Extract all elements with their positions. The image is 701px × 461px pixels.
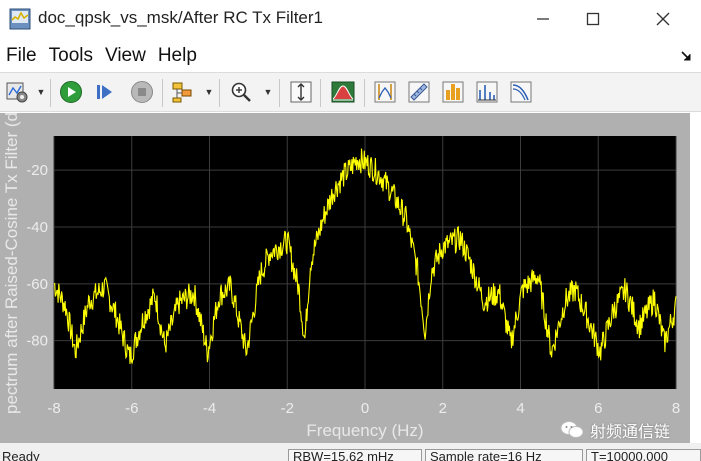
y-tick-label: -60: [26, 276, 48, 293]
y-tick-label: -80: [26, 333, 48, 350]
run-icon: [60, 81, 82, 103]
x-tick-label: -8: [47, 400, 60, 417]
minimize-button[interactable]: [520, 0, 566, 38]
peak-finder-icon: [442, 81, 464, 103]
zoom-in-button[interactable]: [228, 79, 254, 105]
zoom-dropdown-caret[interactable]: ▼: [263, 87, 273, 97]
menu-file[interactable]: File: [0, 45, 43, 67]
maximize-button[interactable]: [570, 0, 616, 38]
menu-bar: File Tools View Help: [0, 42, 701, 70]
x-tick-label: 8: [672, 400, 680, 417]
x-tick-label: 2: [439, 400, 447, 417]
y-tick-label: -40: [26, 219, 48, 236]
status-bar: Ready RBW=15.62 mHz Sample rate=16 Hz T=…: [0, 443, 701, 461]
scope-app-icon: [9, 8, 31, 30]
measurement-icon: [408, 81, 430, 103]
y-axis-label: pectrum after Raised-Cosine Tx Filter (d: [2, 113, 21, 414]
dock-arrow-icon[interactable]: [680, 50, 692, 62]
settings-dropdown-caret[interactable]: ▼: [36, 87, 46, 97]
x-tick-label: -2: [281, 400, 294, 417]
highlight-block-button[interactable]: [169, 79, 195, 105]
close-icon: [656, 12, 670, 26]
watermark-text: 射频通信链: [590, 424, 671, 441]
peak-finder-button[interactable]: [440, 79, 466, 105]
scale-axes-icon: [290, 81, 312, 103]
spectrum-plot[interactable]: -8 -6 -4 -2 0 2 4 6 8 -20-40-60-80 Frequency (Hz…: [0, 113, 690, 443]
minimize-icon: [537, 18, 549, 20]
window-title: doc_qpsk_vs_msk/After RC Tx Filter1: [38, 8, 323, 27]
status-rbw: RBW=15.62 mHz: [288, 449, 422, 461]
toolbar-separator: [162, 79, 163, 107]
channel-measurement-button[interactable]: [474, 79, 500, 105]
y-tick-label: -20: [26, 162, 48, 179]
x-tick-label: 6: [594, 400, 602, 417]
status-ready-text: Ready: [2, 449, 40, 461]
menu-view[interactable]: View: [99, 45, 152, 67]
channel-measurement-icon: [476, 81, 498, 103]
x-tick-labels: -8 -6 -4 -2 0 2 4 6 8: [47, 400, 680, 417]
status-sample-rate: Sample rate=16 Hz: [425, 449, 583, 461]
toolbar-separator: [279, 79, 280, 107]
menu-tools[interactable]: Tools: [43, 45, 99, 67]
distortion-measurement-button[interactable]: [508, 79, 534, 105]
measurement-button[interactable]: [406, 79, 432, 105]
status-time: T=10000.000: [586, 449, 701, 461]
y-tick-labels: -20 -40 -60 -80: [26, 162, 48, 350]
stop-icon: [131, 81, 153, 103]
watermark: 射频通信链: [560, 418, 670, 442]
close-button[interactable]: [640, 0, 686, 38]
toolbar: ▼ ▼ ▼: [0, 72, 701, 112]
wechat-logo-icon: [560, 421, 584, 438]
step-forward-icon: [97, 85, 112, 99]
toolbar-separator: [50, 79, 51, 107]
data-cursor-icon: [374, 81, 396, 103]
x-tick-label: -4: [203, 400, 216, 417]
menu-help[interactable]: Help: [152, 45, 203, 67]
highlight-dropdown-caret[interactable]: ▼: [204, 87, 214, 97]
highlight-block-icon: [172, 82, 192, 103]
settings-button[interactable]: [4, 79, 30, 105]
title-bar: doc_qpsk_vs_msk/After RC Tx Filter1: [0, 0, 701, 38]
data-cursor-button[interactable]: [372, 79, 398, 105]
scale-axes-button[interactable]: [288, 79, 314, 105]
x-axis-label: Frequency (Hz): [306, 421, 423, 440]
spectrum-settings-icon: [331, 81, 355, 103]
step-forward-button[interactable]: [93, 79, 119, 105]
x-tick-label: 0: [361, 400, 369, 417]
settings-icon: [6, 82, 28, 103]
ccdf-icon: [510, 81, 532, 103]
zoom-in-icon: [231, 82, 251, 102]
toolbar-separator: [364, 79, 365, 107]
x-tick-label: 4: [516, 400, 524, 417]
scope-figure: -8 -6 -4 -2 0 2 4 6 8 -20 -40 -60 -80 Frequency (Hz…: [0, 113, 690, 443]
stop-button[interactable]: [129, 79, 155, 105]
x-tick-label: -6: [125, 400, 138, 417]
maximize-icon: [586, 12, 600, 26]
run-button[interactable]: [58, 79, 84, 105]
toolbar-separator: [219, 79, 220, 107]
spectrum-settings-button[interactable]: [330, 79, 356, 105]
toolbar-separator: [320, 79, 321, 107]
